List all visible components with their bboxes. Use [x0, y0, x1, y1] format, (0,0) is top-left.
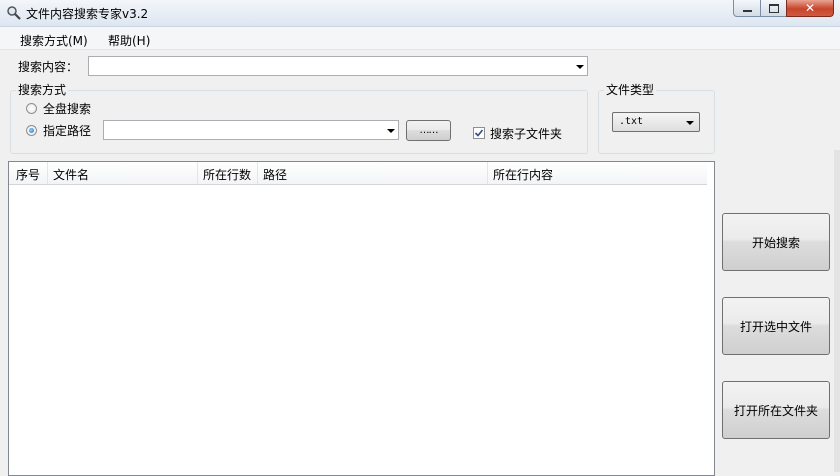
column-header-filename[interactable]: 文件名	[53, 166, 89, 183]
menu-help[interactable]: 帮助(H)	[108, 30, 150, 51]
column-divider[interactable]	[487, 162, 488, 184]
checkmark-icon	[474, 129, 484, 137]
open-selected-file-button[interactable]: 打开选中文件	[722, 297, 830, 355]
column-header-index[interactable]: 序号	[16, 166, 40, 183]
open-containing-folder-label: 打开所在文件夹	[733, 403, 818, 418]
column-divider[interactable]	[257, 162, 258, 184]
browse-button-label: ……	[419, 125, 439, 136]
radio-specified-path[interactable]	[26, 125, 37, 136]
file-type-group-title: 文件类型	[604, 81, 657, 98]
column-header-line-content[interactable]: 所在行内容	[493, 166, 553, 183]
close-button[interactable]: ✕	[786, 0, 834, 17]
subfolder-checkbox-label[interactable]: 搜索子文件夹	[490, 125, 562, 142]
start-search-button[interactable]: 开始搜索	[722, 213, 830, 271]
window-title: 文件内容搜索专家v3.2	[26, 7, 149, 21]
search-mode-group-title: 搜索方式	[16, 81, 69, 98]
start-search-label: 开始搜索	[751, 235, 800, 250]
search-magnifier-icon	[6, 5, 22, 21]
column-header-path[interactable]: 路径	[263, 166, 287, 183]
open-containing-folder-button[interactable]: 打开所在文件夹	[722, 381, 830, 439]
search-content-combobox[interactable]	[88, 56, 588, 76]
maximize-icon	[768, 3, 779, 13]
chevron-down-icon[interactable]	[576, 65, 584, 69]
search-content-label: 搜索内容：	[18, 60, 79, 74]
open-selected-file-label: 打开选中文件	[739, 319, 812, 334]
close-icon: ✕	[804, 1, 816, 15]
subfolder-checkbox[interactable]	[473, 127, 485, 139]
menu-search-mode[interactable]: 搜索方式(M)	[20, 30, 88, 51]
window-right-edge	[834, 150, 840, 472]
column-divider[interactable]	[197, 162, 198, 184]
results-list[interactable]: 序号 文件名 所在行数 路径 所在行内容	[8, 161, 715, 476]
minimize-icon	[742, 9, 752, 12]
chevron-down-icon[interactable]	[686, 121, 694, 125]
column-divider[interactable]	[47, 162, 48, 184]
minimize-button[interactable]	[733, 0, 761, 17]
radio-full-disk[interactable]	[26, 103, 37, 114]
maximize-button[interactable]	[760, 0, 787, 17]
path-combobox[interactable]	[103, 120, 399, 140]
radio-full-disk-label[interactable]: 全盘搜索	[43, 100, 91, 117]
list-header: 序号 文件名 所在行数 路径 所在行内容	[9, 162, 707, 185]
file-type-value: .txt	[619, 116, 644, 127]
menu-bar: 搜索方式(M) 帮助(H)	[0, 27, 840, 50]
chevron-down-icon[interactable]	[387, 129, 395, 133]
browse-button[interactable]: ……	[406, 120, 451, 141]
file-type-combobox[interactable]: .txt	[612, 112, 700, 132]
title-bar: 文件内容搜索专家v3.2 ✕	[0, 0, 840, 27]
column-header-line-number[interactable]: 所在行数	[203, 166, 251, 183]
radio-specified-path-label[interactable]: 指定路径	[43, 122, 91, 139]
